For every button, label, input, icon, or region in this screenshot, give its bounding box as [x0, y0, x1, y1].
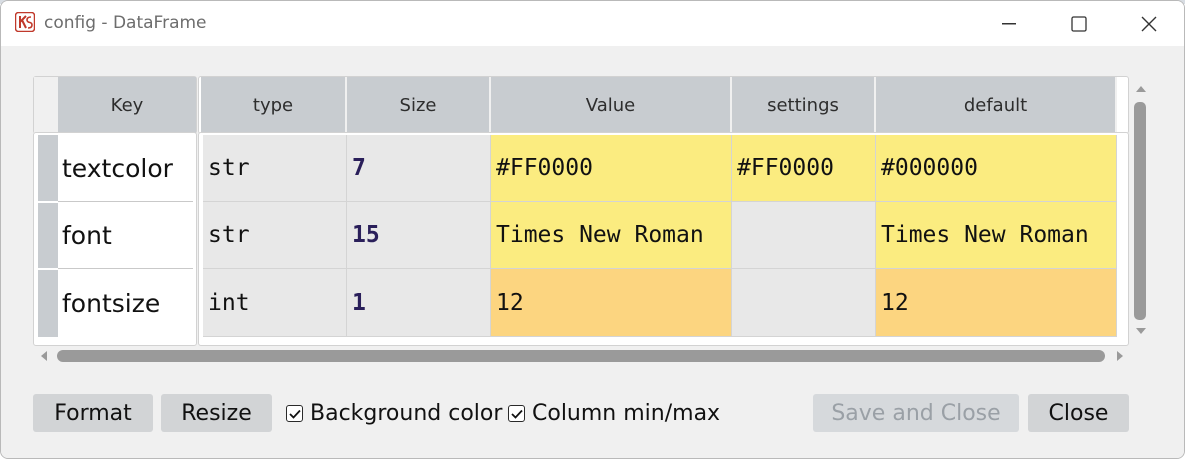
row-index-frame: textcolor font fontsize — [33, 132, 197, 346]
data-grid: str 7 #FF0000 #FF0000 #000000 str 15 Tim… — [198, 132, 1129, 346]
column-header-settings[interactable]: settings — [732, 77, 876, 133]
column-header-type[interactable]: type — [201, 77, 347, 133]
dataframe-window: config - DataFrame Key type Size Value s… — [0, 0, 1185, 459]
close-icon — [1141, 16, 1157, 32]
horizontal-scroll-thumb[interactable] — [57, 350, 1105, 362]
scroll-down-icon[interactable] — [1135, 326, 1147, 336]
cell-font-settings[interactable] — [732, 202, 876, 269]
row-key-font[interactable]: font — [58, 202, 193, 269]
column-minmax-checkbox[interactable]: Column min/max — [508, 401, 720, 426]
cell-fontsize-settings[interactable] — [732, 269, 876, 337]
horizontal-scrollbar[interactable] — [39, 346, 1129, 366]
cell-fontsize-value[interactable]: 12 — [491, 269, 732, 337]
column-header-value[interactable]: Value — [491, 77, 732, 133]
cell-font-default[interactable]: Times New Roman — [876, 202, 1117, 269]
index-header-frame: Key — [33, 76, 197, 134]
column-header-default[interactable]: default — [876, 77, 1117, 133]
corner-cell — [34, 77, 58, 133]
save-and-close-button[interactable]: Save and Close — [813, 394, 1019, 432]
row-selector[interactable] — [38, 135, 58, 201]
cell-fontsize-type[interactable]: int — [203, 269, 347, 337]
scroll-left-icon[interactable] — [39, 350, 49, 362]
maximize-button[interactable] — [1053, 4, 1105, 44]
row-selector[interactable] — [38, 203, 58, 268]
minimize-button[interactable] — [983, 4, 1035, 44]
cell-textcolor-default[interactable]: #000000 — [876, 135, 1117, 202]
vertical-scroll-thumb[interactable] — [1134, 102, 1146, 320]
checkbox-checked-icon — [286, 405, 303, 422]
cell-font-value[interactable]: Times New Roman — [491, 202, 732, 269]
checkbox-checked-icon — [508, 405, 525, 422]
cell-font-size[interactable]: 15 — [347, 202, 491, 269]
cell-textcolor-size[interactable]: 7 — [347, 135, 491, 202]
content-area: Key type Size Value settings default tex… — [1, 46, 1184, 458]
cell-textcolor-value[interactable]: #FF0000 — [491, 135, 732, 202]
cell-textcolor-settings[interactable]: #FF0000 — [732, 135, 876, 202]
close-window-button[interactable] — [1123, 4, 1175, 44]
minimize-icon — [1002, 23, 1016, 25]
vertical-scrollbar[interactable] — [1131, 84, 1151, 336]
row-selector[interactable] — [38, 270, 58, 337]
row-key-fontsize[interactable]: fontsize — [58, 269, 193, 337]
column-header-size[interactable]: Size — [347, 77, 491, 133]
cell-font-type[interactable]: str — [203, 202, 347, 269]
index-header[interactable]: Key — [58, 77, 196, 133]
window-title: config - DataFrame — [44, 13, 207, 33]
maximize-icon — [1071, 16, 1087, 32]
app-icon — [15, 12, 35, 32]
row-key-textcolor[interactable]: textcolor — [58, 135, 193, 202]
resize-button[interactable]: Resize — [161, 394, 272, 432]
format-button[interactable]: Format — [33, 394, 153, 432]
scroll-up-icon[interactable] — [1135, 84, 1147, 94]
background-color-label: Background color — [310, 401, 503, 426]
close-button[interactable]: Close — [1028, 394, 1129, 432]
cell-textcolor-type[interactable]: str — [203, 135, 347, 202]
cell-fontsize-default[interactable]: 12 — [876, 269, 1117, 337]
scroll-right-icon[interactable] — [1115, 350, 1125, 362]
column-header-frame: type Size Value settings default — [198, 76, 1129, 134]
column-minmax-label: Column min/max — [532, 401, 721, 426]
background-color-checkbox[interactable]: Background color — [286, 401, 502, 426]
title-bar: config - DataFrame — [1, 1, 1184, 46]
cell-fontsize-size[interactable]: 1 — [347, 269, 491, 337]
